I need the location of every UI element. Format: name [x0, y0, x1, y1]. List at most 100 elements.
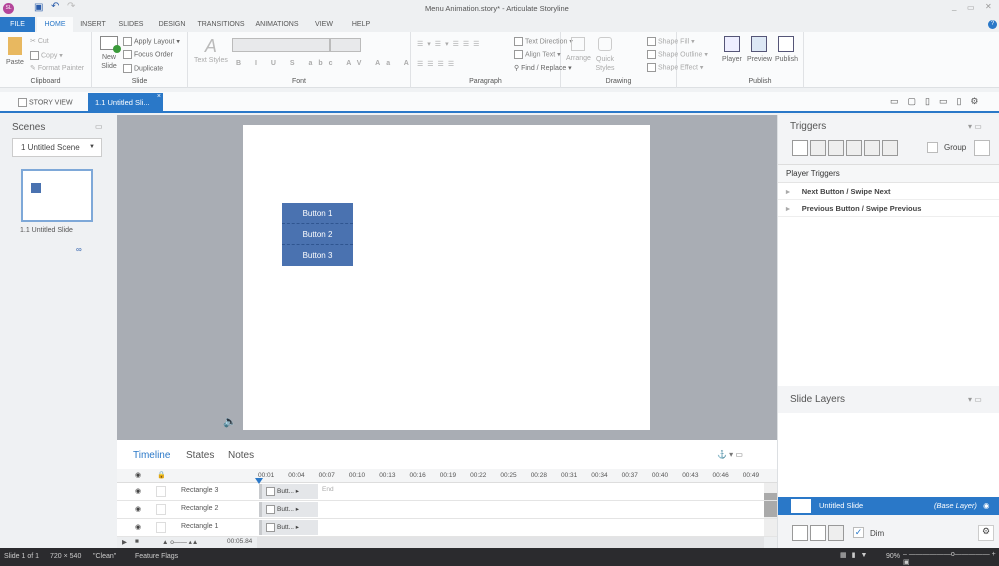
duplicate-button[interactable]: Duplicate	[123, 64, 163, 73]
slide-tab-active[interactable]: 1.1 Untitled Sli... ×	[88, 93, 163, 112]
paste-trigger-icon[interactable]	[846, 140, 862, 156]
font-format-icons[interactable]: B I U S abc AV Aa A	[236, 60, 415, 67]
edit-trigger-icon[interactable]	[810, 140, 826, 156]
zoom-slider[interactable]: ▲ o—— ▴▲	[162, 538, 198, 546]
trigger-item[interactable]: ▸ Next Button / Swipe Next	[778, 183, 999, 200]
stop-icon[interactable]: ■	[135, 538, 139, 545]
shape-effect-button[interactable]: Shape Effect ▾	[647, 63, 703, 72]
close-tab-icon[interactable]: ×	[157, 87, 161, 106]
timeline-bar[interactable]: Butt... ▸	[259, 520, 318, 535]
slide-button-3[interactable]: Button 3	[282, 245, 353, 266]
undo-icon[interactable]: ↶	[51, 1, 59, 12]
font-size-select[interactable]	[330, 38, 361, 52]
lock-checkbox[interactable]	[156, 504, 166, 515]
timeline-options-icon[interactable]: ⚓ ▾ ▭	[717, 450, 743, 459]
audio-icon[interactable]: 🔈	[223, 415, 237, 428]
new-slide-icon	[100, 36, 121, 53]
duplicate-label: Duplicate	[134, 65, 164, 73]
cut-button[interactable]: ✂ Cut	[30, 37, 49, 45]
minimize-button[interactable]: _	[952, 2, 956, 11]
close-button[interactable]: ✕	[985, 2, 992, 11]
text-styles-button[interactable]: A Text Styles	[194, 36, 228, 64]
eye-icon[interactable]: ◉	[983, 497, 990, 515]
timeline-hscroll[interactable]	[257, 537, 764, 548]
paragraph-group-label: Paragraph	[469, 78, 502, 85]
paste-button[interactable]: Paste	[6, 37, 24, 66]
slide-button-2[interactable]: Button 2	[282, 224, 353, 245]
paste-icon	[7, 37, 22, 55]
eye-icon[interactable]: ◉	[135, 487, 141, 495]
lock-checkbox[interactable]	[156, 486, 166, 497]
play-icon[interactable]: ▶	[122, 538, 127, 546]
feature-flags[interactable]: Feature Flags	[135, 553, 178, 560]
tab-insert[interactable]: INSERT	[78, 17, 108, 32]
tab-help[interactable]: HELP	[347, 17, 375, 32]
lock-checkbox[interactable]	[156, 522, 166, 533]
arrange-button[interactable]: Arrange	[566, 37, 591, 62]
tab-view[interactable]: VIEW	[310, 17, 338, 32]
tab-timeline[interactable]: Timeline	[133, 450, 170, 461]
slide-stage[interactable]: Button 1 Button 2 Button 3	[243, 125, 650, 430]
tab-home[interactable]: HOME	[37, 17, 73, 32]
copy-button[interactable]: Copy ▾	[30, 51, 63, 60]
new-layer-icon[interactable]	[792, 525, 808, 541]
align-icons[interactable]: ☰☰☰☰	[417, 60, 458, 68]
preview-button[interactable]: Preview	[747, 36, 772, 63]
timeline-row[interactable]: ◉ Rectangle 2 Butt... ▸	[117, 501, 777, 519]
tab-file[interactable]: FILE	[0, 17, 35, 32]
publish-button[interactable]: Publish	[775, 36, 798, 63]
eye-icon[interactable]: ◉	[135, 523, 141, 531]
tab-design[interactable]: DESIGN	[156, 17, 188, 32]
layers-menu-icon[interactable]: ▾ ▭	[968, 395, 982, 404]
duplicate-icon	[123, 64, 132, 73]
shape-fill-button[interactable]: Shape Fill ▾	[647, 37, 695, 46]
delete-trigger-icon[interactable]	[864, 140, 880, 156]
new-trigger-icon[interactable]	[792, 140, 808, 156]
copy-trigger-icon[interactable]	[828, 140, 844, 156]
story-view-tab[interactable]: STORY VIEW	[18, 98, 73, 107]
duplicate-layer-icon[interactable]	[810, 525, 826, 541]
device-preview-icons[interactable]: ▭▢▯▭▯⚙	[890, 96, 987, 107]
shape-effect-label: Shape Effect	[658, 64, 698, 72]
timeline-row[interactable]: ◉ Rectangle 3 Butt... ▸	[117, 483, 777, 501]
trigger-item[interactable]: ▸ Previous Button / Swipe Previous	[778, 200, 999, 217]
align-text-button[interactable]: Align Text ▾	[514, 50, 561, 59]
format-painter-button[interactable]: ✎ Format Painter	[30, 64, 84, 72]
apply-layout-button[interactable]: Apply Layout ▾	[123, 37, 180, 46]
timeline-row[interactable]: ◉ Rectangle 1 Butt... ▸	[117, 519, 777, 537]
eye-icon[interactable]: ◉	[135, 505, 141, 513]
view-mode-icons[interactable]: ▦▮▼	[840, 551, 872, 559]
redo-icon[interactable]: ↷	[67, 1, 75, 12]
layer-settings-icon[interactable]: ⚙	[978, 525, 994, 541]
timeline-bar[interactable]: Butt... ▸	[259, 484, 318, 499]
font-family-select[interactable]	[232, 38, 330, 52]
timeline-bar[interactable]: Butt... ▸	[259, 502, 318, 517]
tab-states[interactable]: States	[186, 450, 214, 461]
move-trigger-icon[interactable]	[882, 140, 898, 156]
new-slide-button[interactable]: New Slide	[98, 36, 121, 71]
help-icon[interactable]: ?	[988, 20, 997, 29]
quick-styles-button[interactable]: Quick Styles	[593, 37, 617, 73]
group-checkbox[interactable]	[927, 142, 938, 153]
variables-icon[interactable]	[974, 140, 990, 156]
list-icons[interactable]: ☰▾☰▾☰☰☰	[417, 40, 483, 48]
dim-checkbox[interactable]: ✓	[853, 527, 864, 538]
tab-slides[interactable]: SLIDES	[116, 17, 146, 32]
scene-dropdown[interactable]: 1 Untitled Scene ▼	[12, 138, 102, 157]
restore-button[interactable]: ▭	[967, 3, 975, 12]
save-icon[interactable]: ▣	[34, 2, 43, 13]
tab-notes[interactable]: Notes	[228, 450, 254, 461]
trigger-item-label: Next Button / Swipe Next	[801, 187, 891, 196]
delete-layer-icon[interactable]	[828, 525, 844, 541]
panel-menu-icon[interactable]: ▾ ▭	[968, 122, 982, 131]
base-layer-row[interactable]: Untitled Slide (Base Layer) ◉	[778, 497, 999, 515]
tab-animations[interactable]: ANIMATIONS	[253, 17, 301, 32]
tab-transitions[interactable]: TRANSITIONS	[196, 17, 246, 32]
focus-order-button[interactable]: Focus Order	[123, 50, 173, 59]
panel-restore-icon[interactable]: ▭	[95, 122, 103, 131]
slide-thumbnail[interactable]	[21, 169, 93, 222]
shape-outline-button[interactable]: Shape Outline ▾	[647, 50, 708, 59]
player-button[interactable]: Player	[722, 36, 742, 63]
zoom-slider[interactable]: – ——————o————— + ▣	[903, 551, 999, 566]
slide-button-1[interactable]: Button 1	[282, 203, 353, 224]
